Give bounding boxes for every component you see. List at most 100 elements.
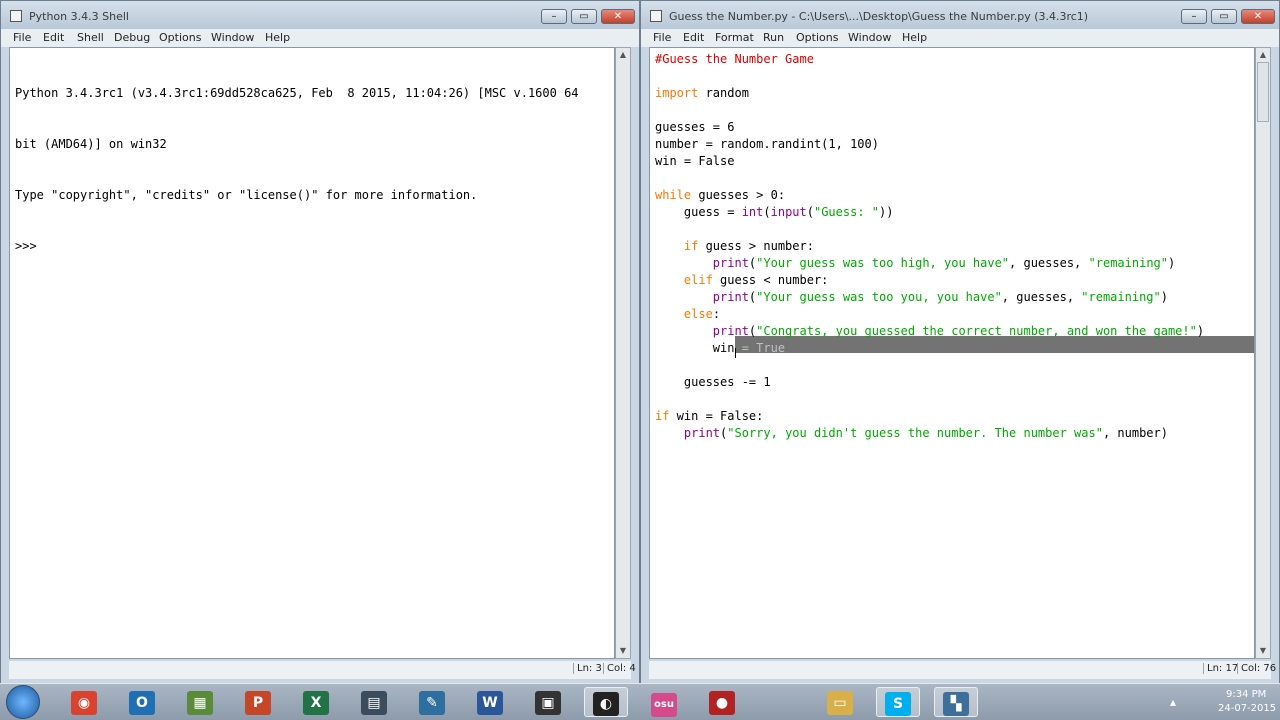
- taskbar-button[interactable]: P: [236, 687, 280, 717]
- maximize-button[interactable]: ▭: [571, 9, 597, 24]
- clock-time[interactable]: 9:34 PM: [1226, 689, 1266, 700]
- code-token: while: [655, 188, 692, 202]
- code-token: ): [1160, 290, 1168, 304]
- code-token: guesses = 6: [655, 120, 735, 134]
- menu-file[interactable]: File: [653, 31, 671, 44]
- tray-arrow-icon[interactable]: ▴: [1170, 695, 1176, 709]
- taskbar-button[interactable]: osu: [642, 687, 686, 717]
- start-button[interactable]: [6, 685, 40, 719]
- shell-titlebar[interactable]: Python 3.4.3 Shell – ▭ ✕: [1, 1, 639, 29]
- taskbar-button[interactable]: W: [468, 687, 512, 717]
- shell-title: Python 3.4.3 Shell: [29, 10, 129, 23]
- code-token: ): [1196, 324, 1205, 338]
- code-token: else: [683, 307, 713, 321]
- menu-edit[interactable]: Edit: [683, 31, 704, 44]
- menu-debug[interactable]: Debug: [114, 31, 150, 44]
- shell-line: Type "copyright", "credits" or "license(…: [15, 188, 478, 202]
- menu-window[interactable]: Window: [848, 31, 891, 44]
- taskbar-button[interactable]: X: [294, 687, 338, 717]
- shell-line: bit (AMD64)] on win32: [15, 137, 167, 151]
- code-line: number = random.randint(1, 100): [655, 136, 1254, 153]
- close-button[interactable]: ✕: [601, 9, 635, 24]
- menu-options[interactable]: Options: [796, 31, 838, 44]
- menu-edit[interactable]: Edit: [43, 31, 64, 44]
- code-token: "Your guess was too high, you have": [756, 256, 1010, 270]
- menu-format[interactable]: Format: [715, 31, 754, 44]
- code-token: , guesses,: [1001, 290, 1082, 304]
- idle-app-icon: [10, 10, 22, 22]
- shell-vertical-scrollbar[interactable]: ▲ ▼: [615, 47, 631, 659]
- code-token: elif: [683, 273, 713, 287]
- minimize-button[interactable]: –: [541, 9, 567, 24]
- scroll-down-icon[interactable]: ▼: [1256, 644, 1270, 658]
- menu-shell[interactable]: Shell: [77, 31, 104, 44]
- taskbar-button[interactable]: ●: [700, 687, 744, 717]
- scroll-up-icon[interactable]: ▲: [1256, 48, 1270, 62]
- taskbar-button[interactable]: ◐: [584, 687, 628, 717]
- code-token: print: [712, 324, 749, 338]
- python-idle-icon: ▚: [943, 692, 969, 716]
- close-button[interactable]: ✕: [1241, 9, 1275, 24]
- python-shell-window[interactable]: Python 3.4.3 Shell – ▭ ✕ File Edit Shell…: [0, 0, 640, 684]
- menu-help[interactable]: Help: [265, 31, 290, 44]
- clock-date[interactable]: 24-07-2015: [1218, 703, 1276, 714]
- media-icon: ▤: [361, 691, 387, 715]
- code-line: if win = False:: [655, 408, 1254, 425]
- taskbar-button[interactable]: S: [876, 687, 920, 717]
- menu-window[interactable]: Window: [211, 31, 254, 44]
- scroll-up-icon[interactable]: ▲: [616, 48, 630, 62]
- taskbar-button[interactable]: ▤: [352, 687, 396, 717]
- editor-vertical-scrollbar[interactable]: ▲ ▼: [1255, 47, 1271, 659]
- code-token: if: [655, 409, 670, 423]
- menu-help[interactable]: Help: [902, 31, 927, 44]
- osu-icon: osu: [651, 693, 677, 717]
- code-token: "Guess: ": [813, 205, 880, 219]
- scroll-down-icon[interactable]: ▼: [616, 644, 630, 658]
- code-line: print("Congrats, you guessed the correct…: [655, 323, 1254, 340]
- code-line: print("Your guess was too you, you have"…: [655, 289, 1254, 306]
- code-line: print("Sorry, you didn't guess the numbe…: [655, 425, 1254, 442]
- code-block: #Guess the Number Game import random guess…: [650, 48, 1254, 442]
- capture-icon: ▣: [535, 691, 561, 715]
- maximize-button[interactable]: ▭: [1211, 9, 1237, 24]
- taskbar-button[interactable]: ▭: [818, 687, 862, 717]
- code-token: int: [741, 205, 764, 219]
- code-token: )): [879, 205, 894, 219]
- excel-icon: X: [303, 691, 329, 715]
- editor-statusbar: Ln: 17 Col: 76: [649, 661, 1276, 679]
- editor-title: Guess the Number.py - C:\Users\...\Deskt…: [669, 10, 1089, 23]
- scroll-thumb[interactable]: [1257, 62, 1269, 122]
- editor-titlebar[interactable]: Guess the Number.py - C:\Users\...\Deskt…: [641, 1, 1279, 29]
- outlook-icon: O: [129, 691, 155, 715]
- code-token: guesses > 0:: [691, 188, 786, 202]
- minimize-button[interactable]: –: [1181, 9, 1207, 24]
- explorer-icon: ▭: [827, 691, 853, 715]
- code-token: if: [683, 239, 699, 253]
- menu-run[interactable]: Run: [763, 31, 784, 44]
- code-token: :: [712, 307, 721, 321]
- code-line: elif guess < number:: [655, 272, 1254, 289]
- powerpoint-icon: P: [245, 691, 271, 715]
- taskbar-button[interactable]: ◉: [62, 687, 106, 717]
- taskbar-button[interactable]: ▦: [178, 687, 222, 717]
- taskbar-button[interactable]: ▚: [934, 687, 978, 717]
- taskbar-button[interactable]: ✎: [410, 687, 454, 717]
- code-token: random: [698, 86, 749, 100]
- editor-window[interactable]: Guess the Number.py - C:\Users\...\Deskt…: [640, 0, 1280, 684]
- shell-text-area[interactable]: Python 3.4.3rc1 (v3.4.3rc1:69dd528ca625,…: [9, 47, 615, 659]
- taskbar-button[interactable]: ▣: [526, 687, 570, 717]
- menu-file[interactable]: File: [13, 31, 31, 44]
- code-line: import random: [655, 85, 1254, 102]
- code-token: guess > number:: [698, 239, 814, 253]
- shell-prompt: >>>: [15, 239, 44, 253]
- taskbar-button[interactable]: O: [120, 687, 164, 717]
- editor-text-area[interactable]: #Guess the Number Game import random guess…: [649, 47, 1255, 659]
- code-line: guess = int(input("Guess: ")): [655, 204, 1254, 221]
- menu-options[interactable]: Options: [159, 31, 201, 44]
- idle-app-icon: [650, 10, 662, 22]
